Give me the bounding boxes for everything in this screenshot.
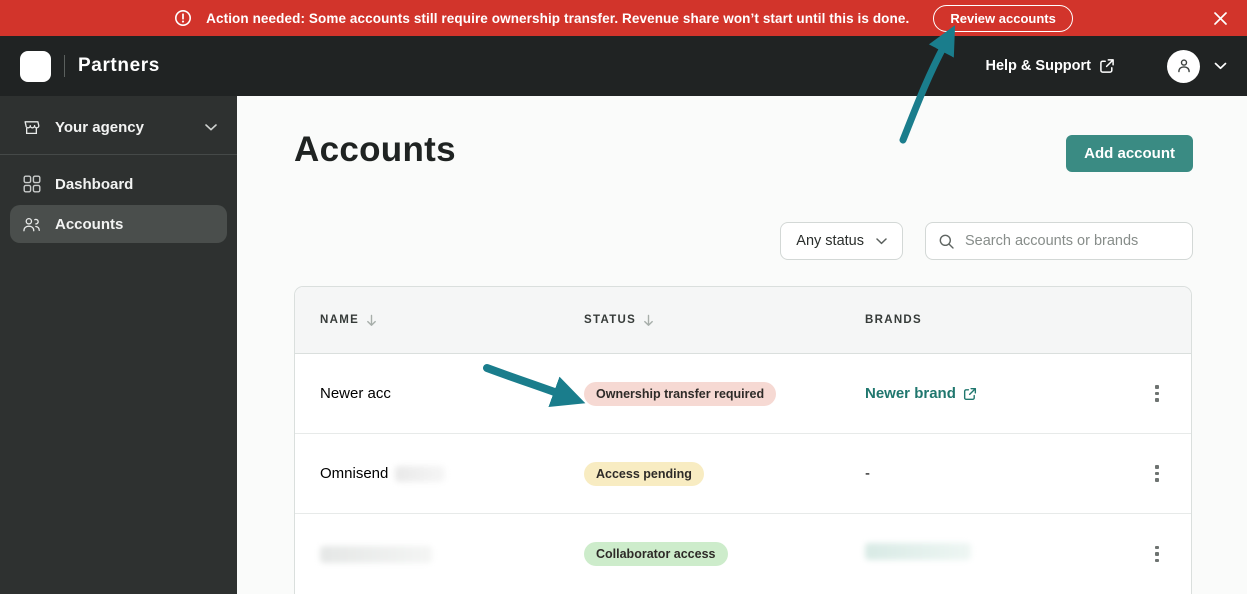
dashboard-grid-icon <box>22 175 41 193</box>
alert-banner: Action needed: Some accounts still requi… <box>0 0 1247 36</box>
storefront-icon <box>22 118 41 137</box>
top-bar: Partners Help & Support <box>0 36 1247 96</box>
brand-cell: - <box>865 465 870 482</box>
column-header-status[interactable]: STATUS <box>584 314 865 327</box>
column-header-brands[interactable]: BRANDS <box>865 314 1147 326</box>
account-name: Newer acc <box>320 385 391 402</box>
user-icon <box>1175 57 1193 75</box>
add-account-button[interactable]: Add account <box>1066 135 1193 172</box>
sidebar-item-accounts[interactable]: Accounts <box>10 205 227 243</box>
search-box <box>925 222 1193 260</box>
accounts-table: NAME STATUS BRANDS Newer acc Ownership t… <box>294 286 1192 594</box>
account-name <box>320 545 584 563</box>
row-actions-kebab-icon[interactable] <box>1147 542 1167 567</box>
redacted-text <box>865 543 971 560</box>
sidebar-item-label: Dashboard <box>55 175 134 193</box>
logo-divider <box>64 55 65 77</box>
status-badge: Access pending <box>584 461 704 486</box>
help-support-link[interactable]: Help & Support <box>985 58 1115 74</box>
avatar[interactable] <box>1167 49 1200 83</box>
main-content: Accounts Add account Any status NA <box>237 96 1247 594</box>
search-input[interactable] <box>965 233 1180 249</box>
filters-row: Any status <box>780 222 1193 260</box>
chevron-down-icon <box>876 237 887 245</box>
account-name: Omnisend <box>320 465 584 482</box>
review-accounts-button[interactable]: Review accounts <box>933 4 1073 32</box>
external-link-icon <box>1099 58 1115 74</box>
brand-link[interactable]: Newer brand <box>865 385 1147 402</box>
sidebar-item-label: Accounts <box>55 215 124 233</box>
external-link-icon <box>963 387 977 401</box>
brand-cell <box>865 543 1147 565</box>
sidebar-item-label: Your agency <box>55 118 144 136</box>
row-actions-kebab-icon[interactable] <box>1147 381 1167 406</box>
sort-arrow-icon <box>367 314 376 326</box>
redacted-text <box>320 545 432 563</box>
page-title: Accounts <box>294 130 456 169</box>
status-filter-dropdown[interactable]: Any status <box>780 222 903 260</box>
row-actions-kebab-icon[interactable] <box>1147 461 1167 486</box>
table-header-row: NAME STATUS BRANDS <box>295 287 1191 354</box>
people-icon <box>22 216 41 233</box>
sidebar: Your agency Dashboard Accounts <box>0 96 237 594</box>
chevron-down-icon <box>205 123 217 131</box>
help-support-label: Help & Support <box>985 58 1091 74</box>
product-name: Partners <box>78 55 160 76</box>
table-row: Collaborator access <box>295 514 1191 594</box>
banner-message: Action needed: Some accounts still requi… <box>206 10 910 26</box>
sidebar-item-your-agency[interactable]: Your agency <box>10 108 227 146</box>
status-filter-value: Any status <box>796 233 864 249</box>
table-row: Newer acc Ownership transfer required Ne… <box>295 354 1191 434</box>
alert-circle-icon <box>174 9 192 27</box>
search-icon <box>938 233 955 250</box>
status-badge: Collaborator access <box>584 542 728 566</box>
sidebar-item-dashboard[interactable]: Dashboard <box>10 165 227 203</box>
redacted-text <box>395 465 446 482</box>
column-header-name[interactable]: NAME <box>320 314 584 327</box>
status-badge: Ownership transfer required <box>584 381 777 406</box>
chevron-down-icon[interactable] <box>1214 62 1227 70</box>
close-icon[interactable] <box>1211 9 1229 27</box>
sort-arrow-icon <box>644 314 653 326</box>
table-row: Omnisend Access pending - <box>295 434 1191 514</box>
sidebar-divider <box>0 154 237 155</box>
omnisend-logo-icon[interactable] <box>20 50 51 82</box>
